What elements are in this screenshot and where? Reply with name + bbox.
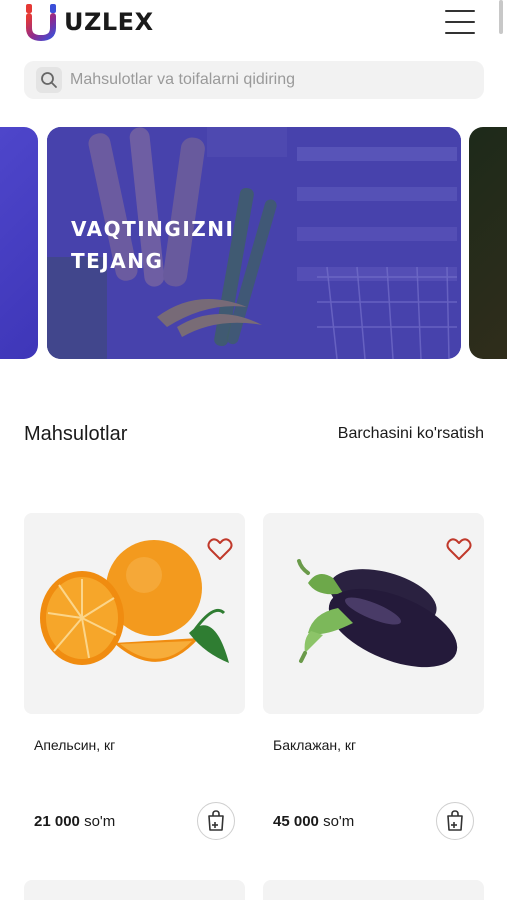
product-price-value: 45 000: [273, 813, 319, 830]
product-price-currency: so'm: [84, 813, 116, 830]
search-input[interactable]: [70, 71, 470, 89]
heart-icon[interactable]: [446, 537, 472, 561]
logo-text: UZLEX: [64, 8, 154, 36]
product-price: 45 000 so'm: [273, 813, 354, 830]
banner-slide-previous[interactable]: [0, 127, 38, 359]
product-price: 21 000 so'm: [34, 813, 115, 830]
banner-title: VAQTINGIZNI TEJANG: [71, 213, 331, 277]
product-price-value: 21 000: [34, 813, 80, 830]
product-price-currency: so'm: [323, 813, 355, 830]
add-to-cart-button[interactable]: [436, 802, 474, 840]
hamburger-icon-line: [445, 32, 475, 34]
product-image-container[interactable]: [263, 513, 484, 714]
banner-slide-next[interactable]: [469, 127, 507, 359]
app-header: UZLEX: [0, 0, 507, 50]
add-to-cart-button[interactable]: [197, 802, 235, 840]
product-card-partial[interactable]: [263, 880, 484, 900]
product-image-container[interactable]: [24, 513, 245, 714]
product-name: Апельсин, кг: [34, 737, 116, 753]
banner-title-line1: VAQTINGIZNI: [71, 217, 235, 241]
add-to-cart-icon: [447, 810, 463, 831]
add-to-cart-icon: [208, 810, 224, 831]
hamburger-icon-line: [445, 10, 475, 12]
page-scrollbar[interactable]: [499, 0, 503, 34]
logo-mark-icon: [26, 4, 56, 42]
product-name: Баклажан, кг: [273, 737, 357, 753]
see-all-link[interactable]: Barchasini ko'rsatish: [338, 425, 484, 443]
menu-button[interactable]: [445, 10, 475, 34]
product-card[interactable]: Апельсин, кг 21 000 so'm: [24, 513, 245, 840]
product-card-partial[interactable]: [24, 880, 245, 900]
banner-carousel[interactable]: VAQTINGIZNI TEJANG: [0, 127, 507, 359]
search-bar[interactable]: [24, 61, 484, 99]
heart-icon[interactable]: [207, 537, 233, 561]
banner-slide[interactable]: VAQTINGIZNI TEJANG: [47, 127, 461, 359]
banner-title-line2: TEJANG: [71, 249, 164, 273]
products-section-title: Mahsulotlar: [24, 423, 128, 445]
hamburger-icon-line: [445, 21, 475, 23]
product-card[interactable]: Баклажан, кг 45 000 so'm: [263, 513, 484, 840]
logo[interactable]: UZLEX: [24, 2, 154, 42]
search-icon: [36, 67, 62, 93]
